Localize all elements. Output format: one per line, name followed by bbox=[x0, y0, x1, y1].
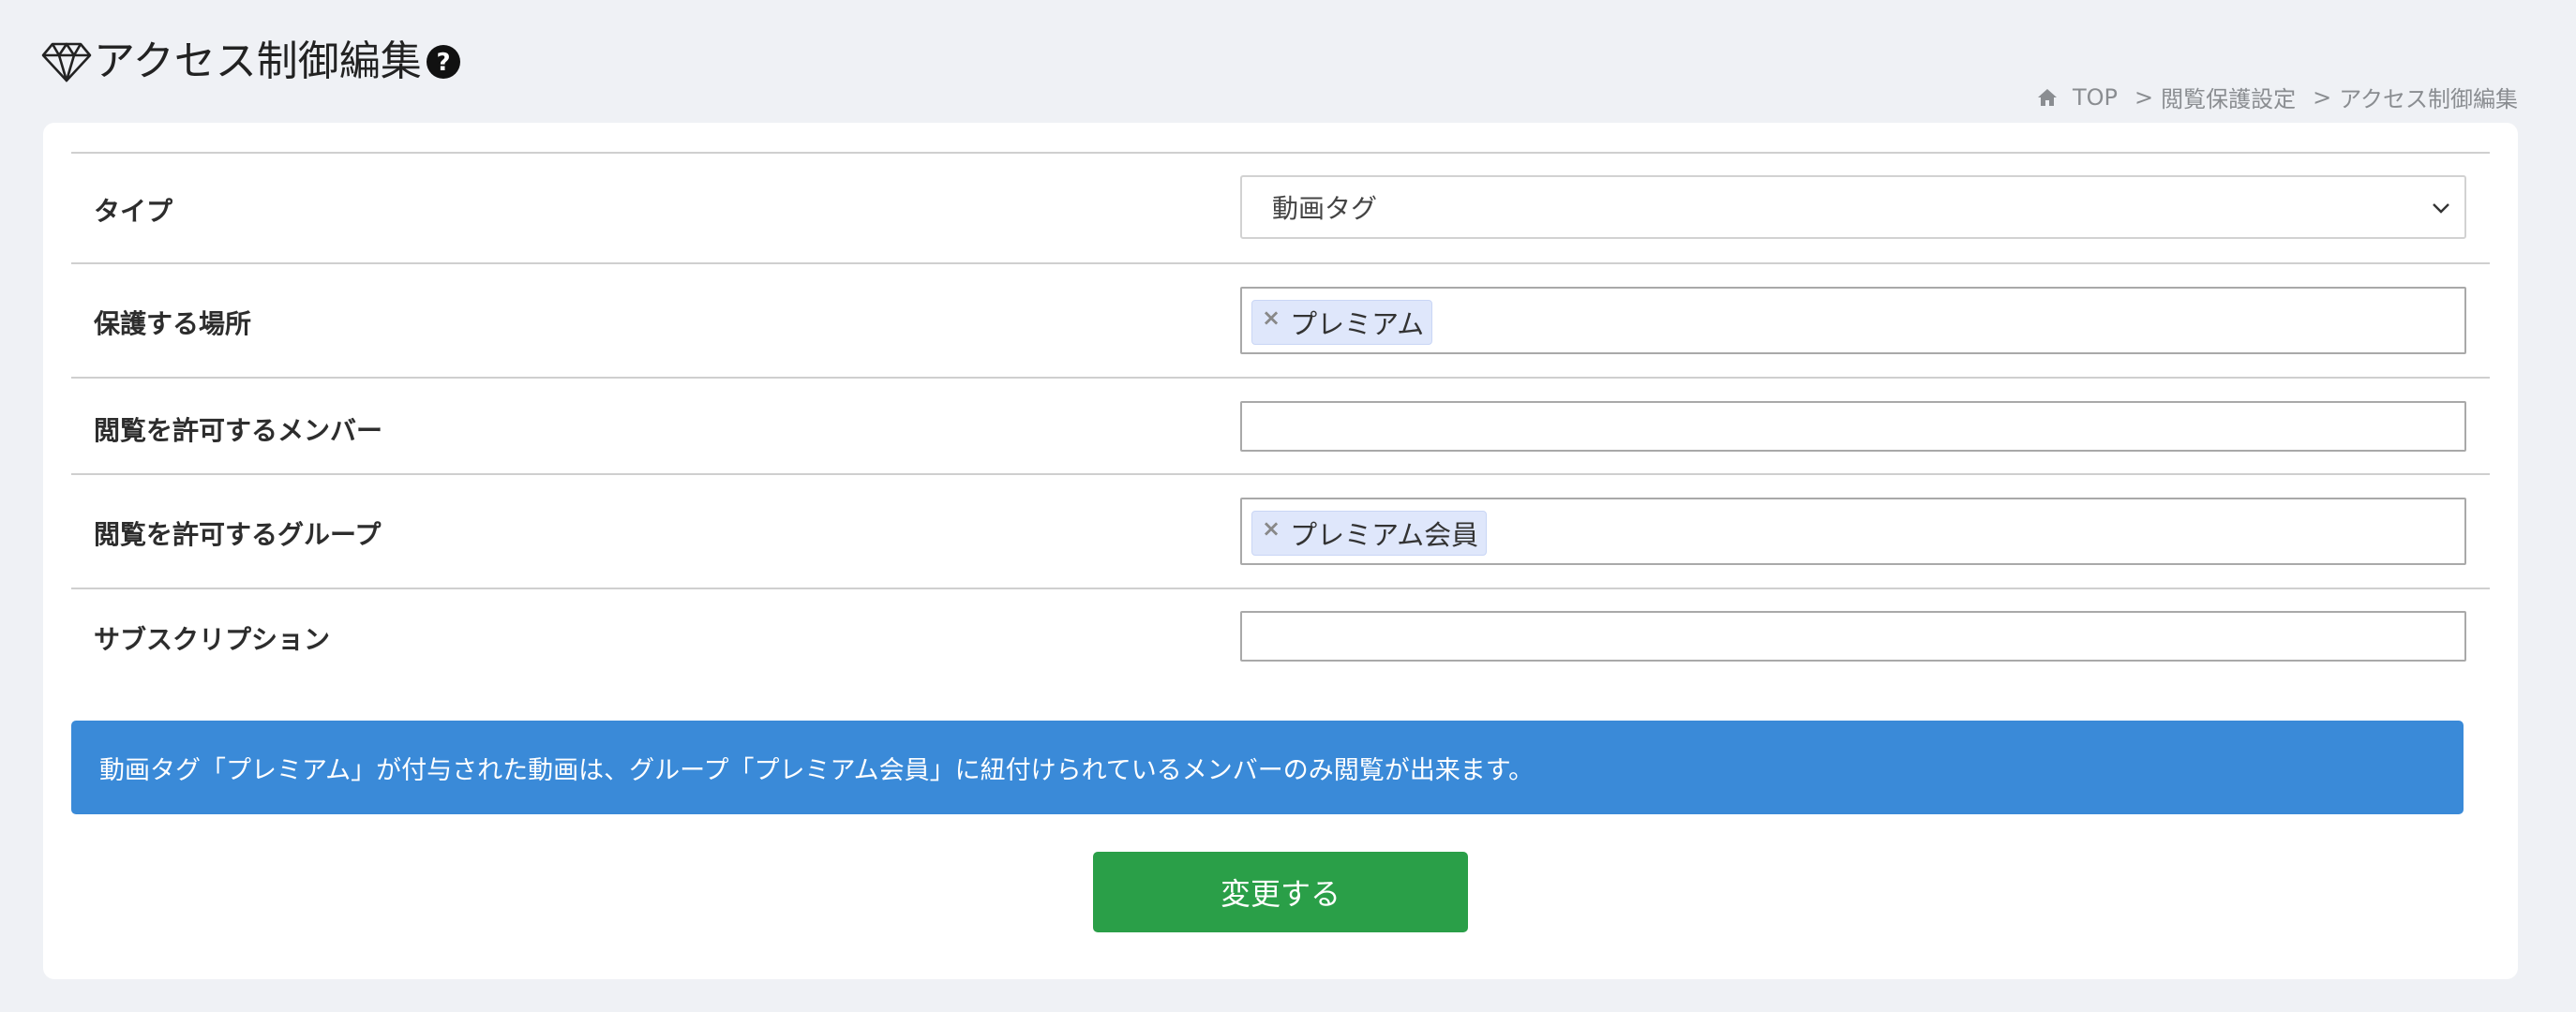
selected-tag: × プレミアム bbox=[1251, 300, 1433, 345]
svg-text:?: ? bbox=[436, 49, 450, 77]
page-header: アクセス制御編集 ? bbox=[41, 34, 461, 90]
submit-button[interactable]: 変更する bbox=[1093, 852, 1468, 932]
notice-text: 動画タグ「プレミアム」が付与された動画は、グループ「プレミアム会員」に紐付けられ… bbox=[99, 755, 1535, 785]
diamond-icon bbox=[41, 40, 92, 83]
breadcrumb-item-top[interactable]: TOP bbox=[2073, 84, 2118, 111]
form-row-allowed-members: 閲覧を許可するメンバー bbox=[71, 379, 2490, 475]
allowed-groups-input[interactable]: × プレミアム会員 bbox=[1240, 498, 2466, 565]
allowed-groups-label: 閲覧を許可するグループ bbox=[94, 519, 382, 550]
breadcrumb-separator: > bbox=[2313, 83, 2332, 111]
allowed-members-input[interactable] bbox=[1240, 401, 2466, 452]
form-row-subscription: サブスクリプション bbox=[71, 589, 2490, 683]
allowed-members-label: 閲覧を許可するメンバー bbox=[94, 415, 383, 446]
protected-location-label: 保護する場所 bbox=[94, 308, 252, 339]
type-select[interactable]: 動画タグ bbox=[1240, 175, 2466, 239]
type-label: タイプ bbox=[94, 196, 173, 227]
breadcrumb-item-current: アクセス制御編集 bbox=[2339, 86, 2518, 112]
page-title: アクセス制御編集 bbox=[94, 37, 422, 85]
form-row-protected-location: 保護する場所 × プレミアム bbox=[71, 264, 2490, 379]
tag-remove-icon[interactable]: × bbox=[1262, 305, 1281, 331]
selected-tag: × プレミアム会員 bbox=[1251, 511, 1488, 556]
home-icon bbox=[2037, 88, 2058, 107]
info-notice: 動画タグ「プレミアム」が付与された動画は、グループ「プレミアム会員」に紐付けられ… bbox=[71, 721, 2464, 814]
question-circle-icon[interactable]: ? bbox=[426, 44, 461, 80]
protected-location-input[interactable]: × プレミアム bbox=[1240, 287, 2466, 354]
breadcrumb-item-protection-settings[interactable]: 閲覧保護設定 bbox=[2161, 81, 2296, 113]
form-table: タイプ 動画タグ 保護する場所 × プレミアム 閲覧を許可するメンバー 閲覧を許… bbox=[71, 152, 2490, 683]
tag-label: プレミアム会員 bbox=[1290, 519, 1479, 551]
type-select-value: 動画タグ bbox=[1272, 193, 1378, 224]
tag-remove-icon[interactable]: × bbox=[1262, 515, 1281, 542]
form-row-allowed-groups: 閲覧を許可するグループ × プレミアム会員 bbox=[71, 475, 2490, 589]
chevron-down-icon bbox=[2431, 198, 2451, 218]
subscription-input[interactable] bbox=[1240, 611, 2466, 662]
tag-label: プレミアム bbox=[1290, 308, 1425, 340]
breadcrumb-separator: > bbox=[2134, 83, 2154, 111]
form-card: タイプ 動画タグ 保護する場所 × プレミアム 閲覧を許可するメンバー 閲覧を許… bbox=[43, 123, 2518, 979]
breadcrumb: TOP > 閲覧保護設定 > アクセス制御編集 bbox=[2037, 81, 2518, 113]
subscription-label: サブスクリプション bbox=[94, 624, 331, 655]
form-row-type: タイプ 動画タグ bbox=[71, 154, 2490, 264]
